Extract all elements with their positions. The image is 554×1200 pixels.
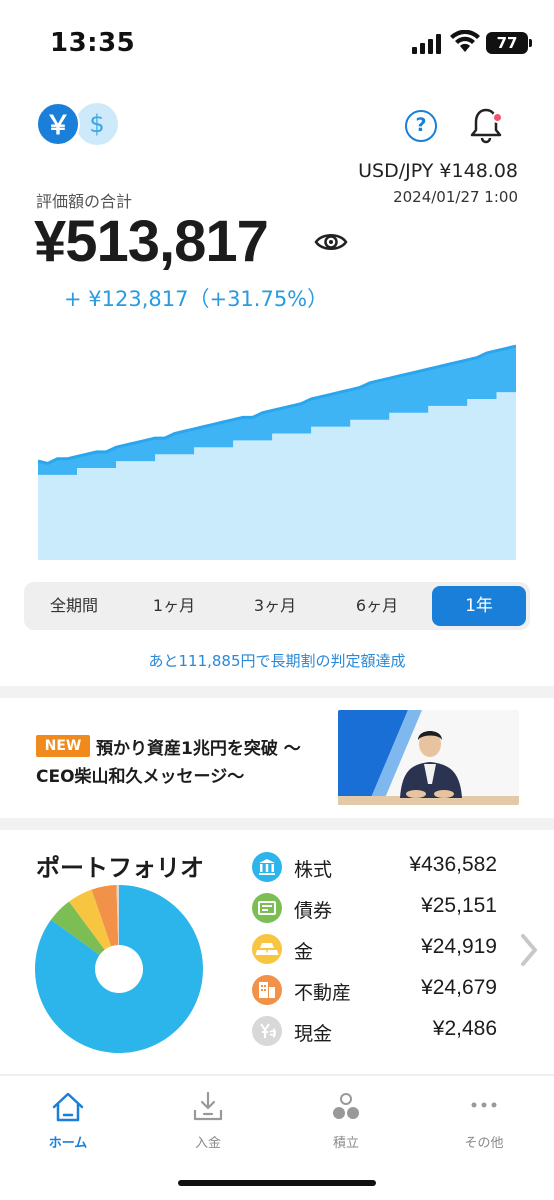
currency-jpy-toggle[interactable]: ￥: [36, 102, 80, 146]
home-icon: [52, 1092, 84, 1122]
nav-deposit[interactable]: 入金: [158, 1090, 258, 1151]
portfolio-row-bonds[interactable]: 債券 ¥25,151: [252, 893, 497, 925]
valuation-gain: + ¥123,817（+31.75%）: [64, 287, 329, 311]
total-valuation-amount: ¥513,817: [34, 209, 269, 274]
more-icon: [471, 1102, 497, 1108]
period-tabs: 全期間 1ヶ月 3ヶ月 6ヶ月 1年: [24, 582, 530, 630]
bottom-nav-divider: [0, 1074, 554, 1076]
portfolio-row-real-estate[interactable]: 不動産 ¥24,679: [252, 975, 497, 1007]
wifi-icon: [450, 30, 480, 52]
bank-building-icon: [252, 852, 282, 882]
nav-more[interactable]: その他: [434, 1090, 534, 1151]
bond-certificate-icon: [252, 893, 282, 923]
tab-1-year[interactable]: 1年: [432, 586, 526, 626]
nav-label: ホーム: [48, 1136, 88, 1151]
cellular-signal-icon: [412, 34, 441, 54]
tab-6-months[interactable]: 6ヶ月: [326, 586, 428, 626]
section-divider: [0, 818, 554, 830]
portfolio-value: ¥436,582: [409, 853, 497, 876]
portfolio-value: ¥24,919: [421, 935, 497, 958]
tab-3-months[interactable]: 3ヶ月: [224, 586, 326, 626]
real-estate-icon: [252, 975, 282, 1005]
nav-label: 入金: [194, 1136, 221, 1151]
portfolio-title: ポートフォリオ: [36, 854, 204, 882]
ceo-photo[interactable]: [338, 710, 519, 805]
new-badge: NEW: [36, 735, 90, 757]
chevron-right-icon[interactable]: [518, 932, 540, 968]
portfolio-label: 株式: [294, 859, 333, 881]
banner-title-line1[interactable]: 預かり資産1兆円を突破 〜: [96, 734, 301, 759]
portfolio-row-stocks[interactable]: 株式 ¥436,582: [252, 852, 497, 884]
portfolio-label: 不動産: [294, 982, 352, 1004]
tab-1-month[interactable]: 1ヶ月: [124, 586, 224, 626]
portfolio-label: 債券: [294, 900, 333, 922]
ceo-photo-illustration: [338, 710, 519, 805]
portfolio-row-cash[interactable]: 現金 ¥2,486: [252, 1016, 497, 1048]
fx-date: 2024/01/27 1:00: [393, 188, 518, 206]
nav-label: その他: [464, 1136, 504, 1151]
home-indicator: [178, 1180, 376, 1186]
portfolio-value: ¥2,486: [432, 1017, 497, 1040]
section-divider: [0, 686, 554, 698]
deposit-icon: [193, 1091, 223, 1121]
portfolio-row-gold[interactable]: 金 ¥24,919: [252, 934, 497, 966]
cash-yen-icon: [252, 1016, 282, 1046]
battery-icon: 77: [486, 32, 532, 54]
currency-usd-toggle[interactable]: $: [76, 103, 118, 145]
portfolio-donut-chart[interactable]: [34, 884, 204, 1054]
fx-rate: USD/JPY ¥148.08: [358, 160, 518, 182]
tab-all-period[interactable]: 全期間: [24, 586, 124, 626]
long-term-discount-message[interactable]: あと111,885円で長期割の判定額達成: [0, 650, 554, 671]
portfolio-value: ¥25,151: [421, 894, 497, 917]
portfolio-value: ¥24,679: [421, 976, 497, 999]
help-button[interactable]: ?: [405, 110, 437, 142]
gold-bars-icon: [252, 934, 282, 964]
nav-accumulate[interactable]: 積立: [296, 1090, 396, 1151]
status-time: 13:35: [50, 28, 136, 58]
nav-label: 積立: [332, 1136, 359, 1151]
portfolio-label: 現金: [294, 1023, 333, 1045]
nav-home[interactable]: ホーム: [18, 1090, 118, 1151]
portfolio-label: 金: [294, 941, 314, 963]
eye-icon[interactable]: [314, 230, 348, 254]
valuation-chart[interactable]: [38, 330, 516, 560]
notification-badge: [492, 112, 503, 123]
banner-title-line2[interactable]: CEO柴山和久メッセージ〜: [36, 762, 244, 787]
accumulate-icon: [333, 1093, 359, 1119]
